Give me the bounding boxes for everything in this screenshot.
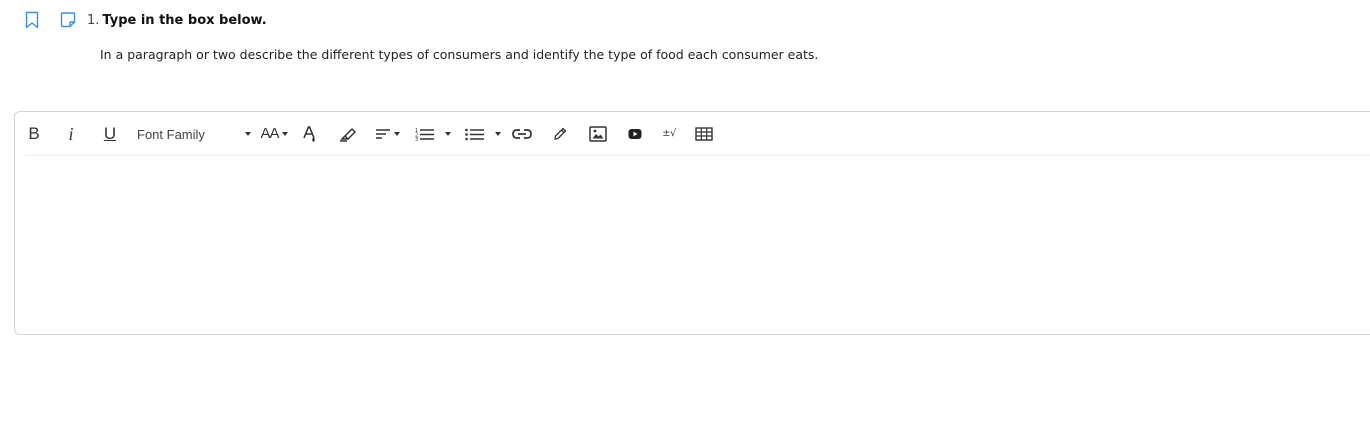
draw-button[interactable] <box>552 122 568 146</box>
highlighter-icon <box>340 128 356 142</box>
chevron-down-icon <box>495 132 501 136</box>
rich-text-editor: B i U Font Family AA 1 2 3 ±√ <box>14 111 1370 335</box>
math-label: ±√ <box>662 128 676 139</box>
font-size-label: AA <box>260 125 279 142</box>
table-icon <box>695 127 713 141</box>
align-left-icon <box>375 129 390 139</box>
align-dropdown[interactable] <box>372 122 402 146</box>
insert-image-button[interactable] <box>588 122 608 146</box>
editor-content-area[interactable] <box>15 157 1370 334</box>
text-color-icon <box>303 126 315 142</box>
italic-label: i <box>68 124 74 144</box>
pencil-icon <box>554 127 567 140</box>
bookmark-icon[interactable] <box>22 10 42 30</box>
bullet-list-dropdown[interactable] <box>463 122 503 146</box>
insert-math-button[interactable]: ±√ <box>660 122 678 146</box>
font-family-label: Font Family <box>137 126 205 142</box>
italic-button[interactable]: i <box>63 122 79 146</box>
question-title: Type in the box below. <box>102 13 267 28</box>
insert-table-button[interactable] <box>694 122 714 146</box>
link-icon <box>512 129 532 139</box>
image-icon <box>589 126 607 142</box>
chevron-down-icon <box>445 132 451 136</box>
bullet-list-icon <box>465 128 484 141</box>
text-color-button[interactable] <box>301 122 319 146</box>
underline-label: U <box>103 124 117 143</box>
chevron-down-icon <box>281 132 288 136</box>
insert-link-button[interactable] <box>512 122 532 146</box>
insert-video-button[interactable] <box>627 122 643 146</box>
question-prompt: In a paragraph or two describe the diffe… <box>100 47 819 62</box>
chevron-down-icon <box>393 132 400 136</box>
bold-label: B <box>28 124 40 143</box>
video-icon <box>628 129 642 139</box>
ordered-list-dropdown[interactable]: 1 2 3 <box>413 122 453 146</box>
highlight-button[interactable] <box>339 122 357 146</box>
question-header: 1. Type in the box below. <box>87 12 267 29</box>
question-page: 1. Type in the box below. In a paragraph … <box>0 0 1370 438</box>
font-size-dropdown[interactable]: AA <box>259 122 289 146</box>
svg-text:3: 3 <box>415 137 418 141</box>
font-family-dropdown[interactable]: Font Family <box>137 122 255 146</box>
note-icon[interactable] <box>58 10 78 30</box>
toolbar-divider <box>25 155 1370 156</box>
editor-toolbar: B i U Font Family AA 1 2 3 ±√ <box>15 112 1370 156</box>
chevron-down-icon <box>245 132 251 136</box>
underline-button[interactable]: U <box>101 122 119 146</box>
bold-button[interactable]: B <box>25 122 43 146</box>
ordered-list-icon: 1 2 3 <box>415 128 434 141</box>
question-number: 1. <box>87 13 100 28</box>
